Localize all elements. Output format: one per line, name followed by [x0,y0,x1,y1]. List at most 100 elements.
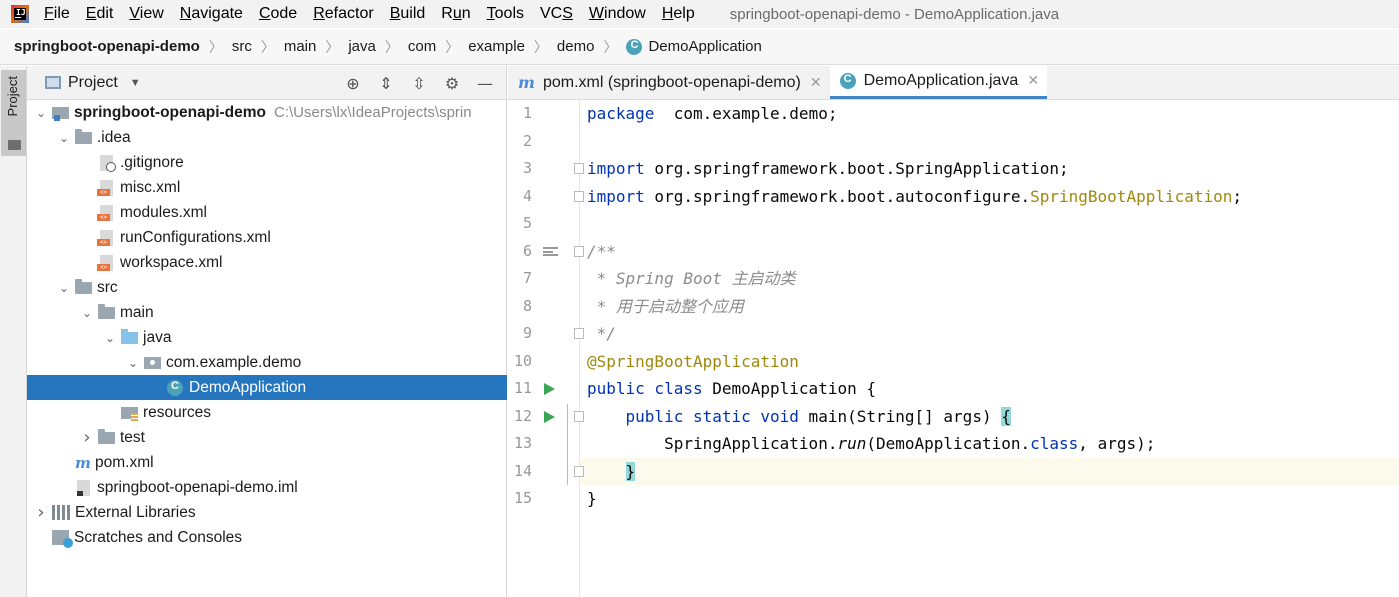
tree-node[interactable]: ⌄mpom.xml [27,450,507,475]
tree-node[interactable]: ⌄springboot-openapi-demo.iml [27,475,507,500]
hide-panel-icon[interactable]: — [474,73,496,93]
code-line-row: 10 @SpringBootApplication [508,348,1399,375]
tree-node[interactable]: › test [27,425,507,450]
project-panel-title[interactable]: Project [68,74,118,92]
tree-node[interactable]: ⌄ java [27,325,507,350]
chevron-down-icon[interactable]: ⌄ [56,131,72,145]
render-doc-icon[interactable] [543,246,558,256]
xml-file-icon [97,254,113,271]
menu-run[interactable]: Run [441,5,470,23]
code-token: DemoApplication { [702,379,876,398]
tree-node[interactable]: ⌄ main [27,300,507,325]
gear-icon[interactable]: ⚙ [441,73,463,93]
code-line-row: 15} [508,485,1399,512]
breadcrumb-item[interactable]: springboot-openapi-demo [14,38,200,55]
chevron-right-icon[interactable]: › [79,427,95,448]
breadcrumb-item[interactable]: com [408,38,436,55]
code-text: import org.springframework.boot.autoconf… [587,183,1242,210]
code-token: @SpringBootApplication [587,351,799,371]
tree-node[interactable]: ⌄modules.xml [27,200,507,225]
code-line-row: 6 /** [508,238,1399,265]
fold-marker-icon[interactable] [574,245,584,257]
fold-marker-icon[interactable] [574,163,584,174]
close-icon[interactable]: ✕ [1027,73,1039,89]
breadcrumb-item[interactable]: main [284,38,317,55]
editor-tab[interactable]: m pom.xml (springboot-openapi-demo) ✕ [508,66,830,99]
source-folder-icon [121,328,138,344]
tree-node[interactable]: ⌄.gitignore [27,150,507,175]
tree-node[interactable]: ⌄ .idea [27,125,507,150]
code-token: { [1001,406,1011,426]
menu-build[interactable]: Build [390,5,426,23]
menu-tools[interactable]: Tools [487,5,524,23]
collapse-all-icon[interactable]: ⇳ [408,73,430,93]
tree-node[interactable]: ⌄runConfigurations.xml [27,225,507,250]
code-token: import [587,186,645,206]
chevron-down-icon[interactable]: ⌄ [102,331,118,345]
run-icon[interactable] [544,383,555,395]
code-editor[interactable]: 1 package com.example.demo; 2 3 import org.s… [508,100,1399,597]
chevron-down-icon[interactable]: ⌄ [125,356,141,370]
code-token: * 用于启动整个应用 [587,296,744,316]
resources-folder-icon [121,406,138,421]
menu-vcs[interactable]: VCS [540,5,573,23]
menu-view[interactable]: View [129,5,163,23]
breadcrumb-item[interactable]: src [232,38,252,55]
menu-edit[interactable]: Edit [86,5,114,23]
tree-node[interactable]: ⌄workspace.xml [27,250,507,275]
editor-tab[interactable]: DemoApplication.java ✕ [829,66,1048,99]
code-line-row: 9 */ [508,320,1399,347]
chevron-down-icon[interactable]: ⌄ [33,106,49,120]
menu-window[interactable]: Window [589,5,646,23]
menu-navigate[interactable]: Navigate [180,5,243,23]
tree-node-label: test [120,428,145,446]
tree-node[interactable]: ⌄resources [27,400,507,425]
run-icon[interactable] [544,410,555,423]
chevron-right-icon[interactable]: › [33,502,49,523]
tree-node-label: com.example.demo [166,353,302,371]
line-number: 12 [513,406,532,425]
tree-node[interactable]: ⌄misc.xml [27,175,507,200]
code-text: public static void main(String[] args) { [587,403,1011,430]
tree-node[interactable]: ⌄Scratches and Consoles [27,525,507,550]
code-line-row: 3 import org.springframework.boot.SpringA… [508,155,1399,182]
menu-help[interactable]: Help [662,5,695,23]
breadcrumb-item[interactable]: example [468,38,525,55]
tree-node-label: .idea [97,128,131,146]
menu-file[interactable]: File [44,5,70,23]
tree-node[interactable]: ⌄ springboot-openapi-demo C:\Users\lx\Idea… [27,100,507,125]
class-icon [626,38,643,55]
expand-all-icon[interactable]: ⇕ [375,73,397,93]
chevron-down-icon[interactable]: ▼ [130,77,141,89]
fold-marker-icon[interactable] [574,190,584,202]
breadcrumb-separator-icon: 〉 [260,38,275,55]
tree-node[interactable]: ⌄DemoApplication [27,375,507,400]
breadcrumb-item[interactable]: DemoApplication [648,38,761,55]
window-title: springboot-openapi-demo - DemoApplicatio… [729,5,1060,23]
menu-code[interactable]: Code [259,5,297,23]
breadcrumb-item[interactable]: demo [557,38,595,55]
code-token: run [837,434,867,453]
chevron-down-icon[interactable]: ⌄ [56,281,72,295]
tree-node[interactable]: › External Libraries [27,500,507,525]
tree-node[interactable]: ⌄ com.example.demo [27,350,507,375]
code-token: main(String[] args) [798,406,1002,426]
tree-node-label: springboot-openapi-demo.iml [97,478,298,496]
close-icon[interactable]: ✕ [810,75,822,91]
menu-refactor[interactable]: Refactor [313,5,373,23]
editor-tab-label: pom.xml (springboot-openapi-demo) [542,73,801,91]
breadcrumb-item[interactable]: java [348,38,376,55]
locate-file-icon[interactable]: ⊕ [342,73,364,93]
tree-node[interactable]: ⌄ src [27,275,507,300]
code-token: */ [587,324,616,343]
line-number: 14 [513,461,532,480]
fold-marker-icon[interactable] [574,465,584,477]
fold-marker-icon[interactable] [574,328,584,339]
project-tool-tab[interactable]: Project [1,70,26,156]
iml-file-icon [77,479,90,496]
chevron-down-icon[interactable]: ⌄ [79,306,95,320]
line-number: 3 [522,159,532,177]
fold-marker-icon[interactable] [574,410,584,422]
